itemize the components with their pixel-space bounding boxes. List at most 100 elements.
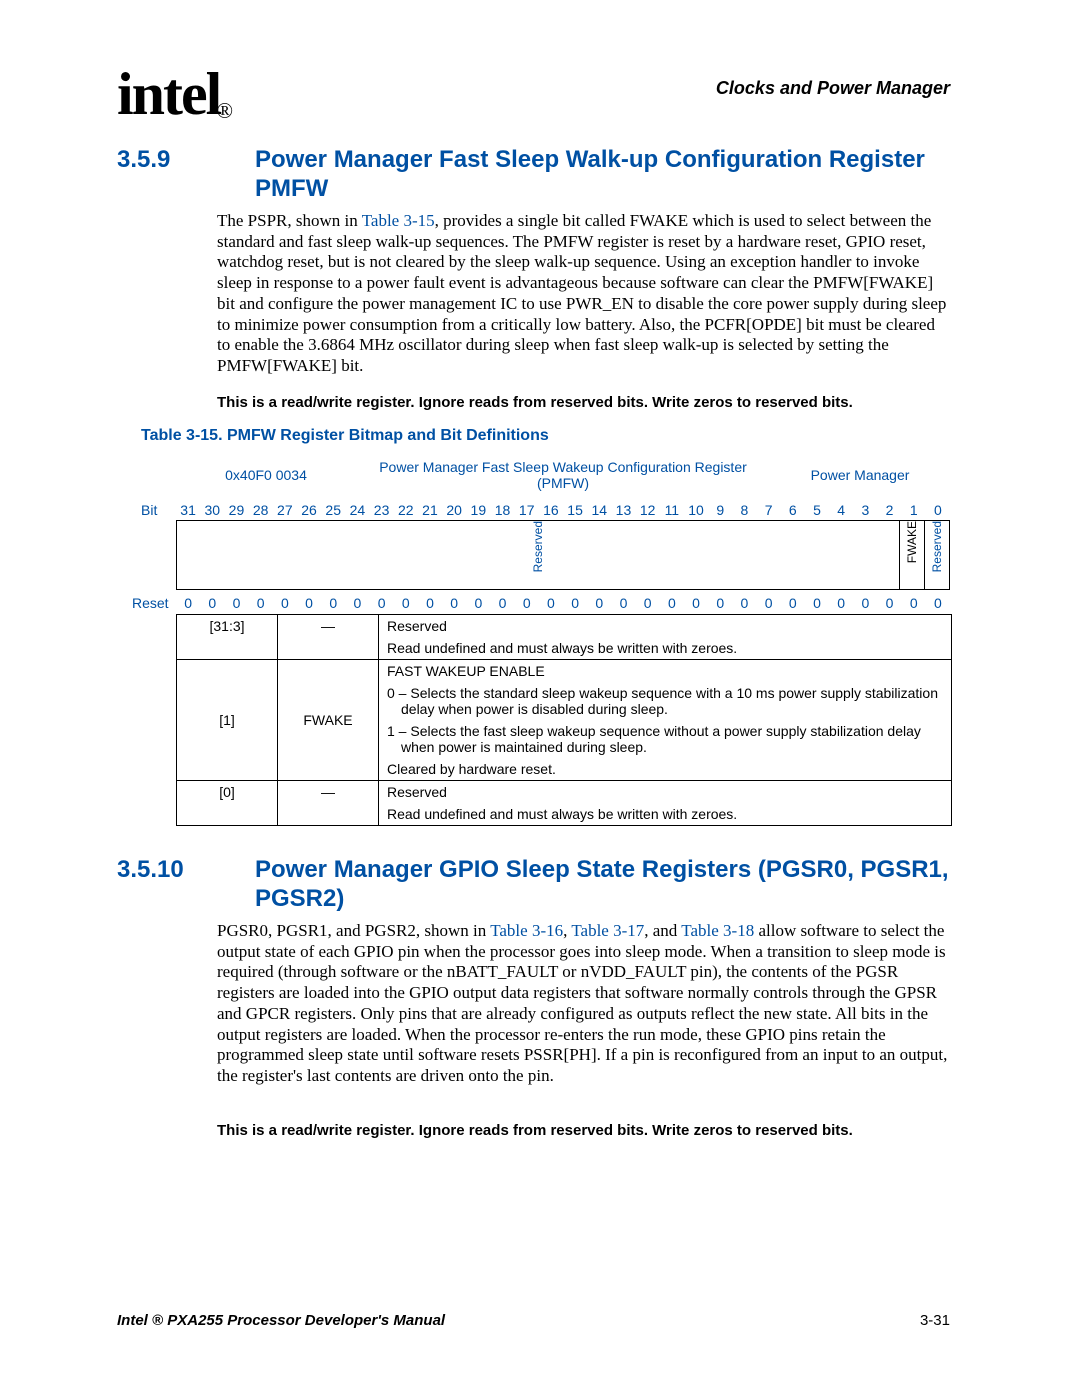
text: The PSPR, shown in (217, 211, 362, 230)
bit-numbers-row: 3130292827262524232221201918171615141312… (176, 502, 950, 518)
bit-number: 26 (297, 502, 321, 518)
desc-cell: Read undefined and must always be writte… (379, 637, 952, 660)
table-caption: Table 3-15. PMFW Register Bitmap and Bit… (141, 427, 549, 445)
bit-number: 28 (249, 502, 273, 518)
register-header: 0x40F0 0034 Power Manager Fast Sleep Wak… (176, 456, 950, 494)
reset-value: 0 (394, 595, 418, 611)
reset-value: 0 (926, 595, 950, 611)
table-row: [1] FWAKE FAST WAKEUP ENABLE (177, 660, 952, 683)
reset-value: 0 (321, 595, 345, 611)
name-cell: — (278, 615, 379, 660)
reset-value: 0 (224, 595, 248, 611)
reset-value: 0 (297, 595, 321, 611)
bit-number: 21 (418, 502, 442, 518)
bit-number: 15 (563, 502, 587, 518)
bit-number: 25 (321, 502, 345, 518)
desc-cell: Reserved (379, 615, 952, 638)
bit-number: 27 (273, 502, 297, 518)
reset-value: 0 (708, 595, 732, 611)
field-label: Reserved (930, 521, 944, 572)
desc-cell: 1 – Selects the fast sleep wakeup sequen… (379, 720, 952, 758)
bit-number: 30 (200, 502, 224, 518)
field-label: Reserved (531, 521, 545, 572)
reset-value: 0 (345, 595, 369, 611)
field-reserved-0: Reserved (925, 521, 949, 589)
bit-number: 9 (708, 502, 732, 518)
bit-row-label: Bit (141, 502, 157, 518)
bits-cell: [31:3] (177, 615, 278, 660)
table-link[interactable]: Table 3-17 (571, 921, 644, 940)
logo-text: int (117, 61, 181, 127)
bit-number: 7 (757, 502, 781, 518)
table-link[interactable]: Table 3-15 (362, 211, 435, 230)
bit-number: 31 (176, 502, 200, 518)
desc-cell: Cleared by hardware reset. (379, 758, 952, 781)
reset-value: 0 (732, 595, 756, 611)
reset-value: 0 (539, 595, 563, 611)
name-cell: FWAKE (278, 660, 379, 781)
reset-value: 0 (273, 595, 297, 611)
reset-value: 0 (587, 595, 611, 611)
reset-value: 0 (853, 595, 877, 611)
reset-row-label: Reset (132, 595, 169, 611)
reset-value: 0 (877, 595, 901, 611)
bit-number: 8 (732, 502, 756, 518)
reset-value: 0 (442, 595, 466, 611)
desc-cell: FAST WAKEUP ENABLE (379, 660, 952, 683)
register-address: 0x40F0 0034 (176, 467, 356, 483)
reset-value: 0 (636, 595, 660, 611)
header-section-title: Clocks and Power Manager (716, 78, 950, 99)
reset-value: 0 (611, 595, 635, 611)
text: PGSR0, PGSR1, and PGSR2, shown in (217, 921, 490, 940)
bit-number: 16 (539, 502, 563, 518)
bit-number: 11 (660, 502, 684, 518)
reset-value: 0 (757, 595, 781, 611)
register-name: Power Manager Fast Sleep Wakeup Configur… (356, 459, 770, 491)
table-link[interactable]: Table 3-18 (681, 921, 754, 940)
reset-value: 0 (466, 595, 490, 611)
bit-definition-table: [31:3] — Reserved Read undefined and mus… (176, 614, 952, 826)
reset-value: 0 (660, 595, 684, 611)
reset-values-row: 00000000000000000000000000000000 (176, 595, 950, 611)
footer-page-number: 3-31 (920, 1312, 950, 1329)
field-fwake: FWAKE (900, 521, 925, 589)
logo-text-e: e (181, 61, 206, 127)
reset-value: 0 (200, 595, 224, 611)
bit-number: 4 (829, 502, 853, 518)
name-cell: — (278, 781, 379, 826)
reset-value: 0 (515, 595, 539, 611)
desc-cell: Read undefined and must always be writte… (379, 803, 952, 826)
bits-cell: [0] (177, 781, 278, 826)
section-number: 3.5.9 (117, 146, 170, 174)
footer-manual-title: Intel ® PXA255 Processor Developer's Man… (117, 1312, 445, 1329)
intel-logo: intel® (117, 60, 235, 129)
reset-value: 0 (684, 595, 708, 611)
text: allow software to select the output stat… (217, 921, 947, 1085)
text: , provides a single bit called FWAKE whi… (217, 211, 946, 375)
field-reserved: Reserved (177, 521, 900, 589)
reset-value: 0 (176, 595, 200, 611)
bit-number: 24 (345, 502, 369, 518)
reset-value: 0 (490, 595, 514, 611)
reset-value: 0 (563, 595, 587, 611)
reset-value: 0 (418, 595, 442, 611)
bit-number: 1 (902, 502, 926, 518)
table-link[interactable]: Table 3-16 (490, 921, 563, 940)
bit-number: 10 (684, 502, 708, 518)
page: intel® Clocks and Power Manager 3.5.9 Po… (0, 0, 1080, 1397)
bit-number: 18 (490, 502, 514, 518)
table-row: [0] — Reserved (177, 781, 952, 804)
paragraph: The PSPR, shown in Table 3-15, provides … (217, 211, 950, 377)
bit-number: 5 (805, 502, 829, 518)
bit-number: 13 (611, 502, 635, 518)
reset-value: 0 (249, 595, 273, 611)
registered-icon: ® (216, 98, 231, 123)
section-title: Power Manager GPIO Sleep State Registers… (255, 856, 950, 914)
bit-number: 22 (394, 502, 418, 518)
bits-cell: [1] (177, 660, 278, 781)
bit-number: 3 (853, 502, 877, 518)
register-block: Power Manager (770, 467, 950, 483)
paragraph: PGSR0, PGSR1, and PGSR2, shown in Table … (217, 921, 950, 1087)
bit-number: 14 (587, 502, 611, 518)
desc-cell: 0 – Selects the standard sleep wakeup se… (379, 682, 952, 720)
